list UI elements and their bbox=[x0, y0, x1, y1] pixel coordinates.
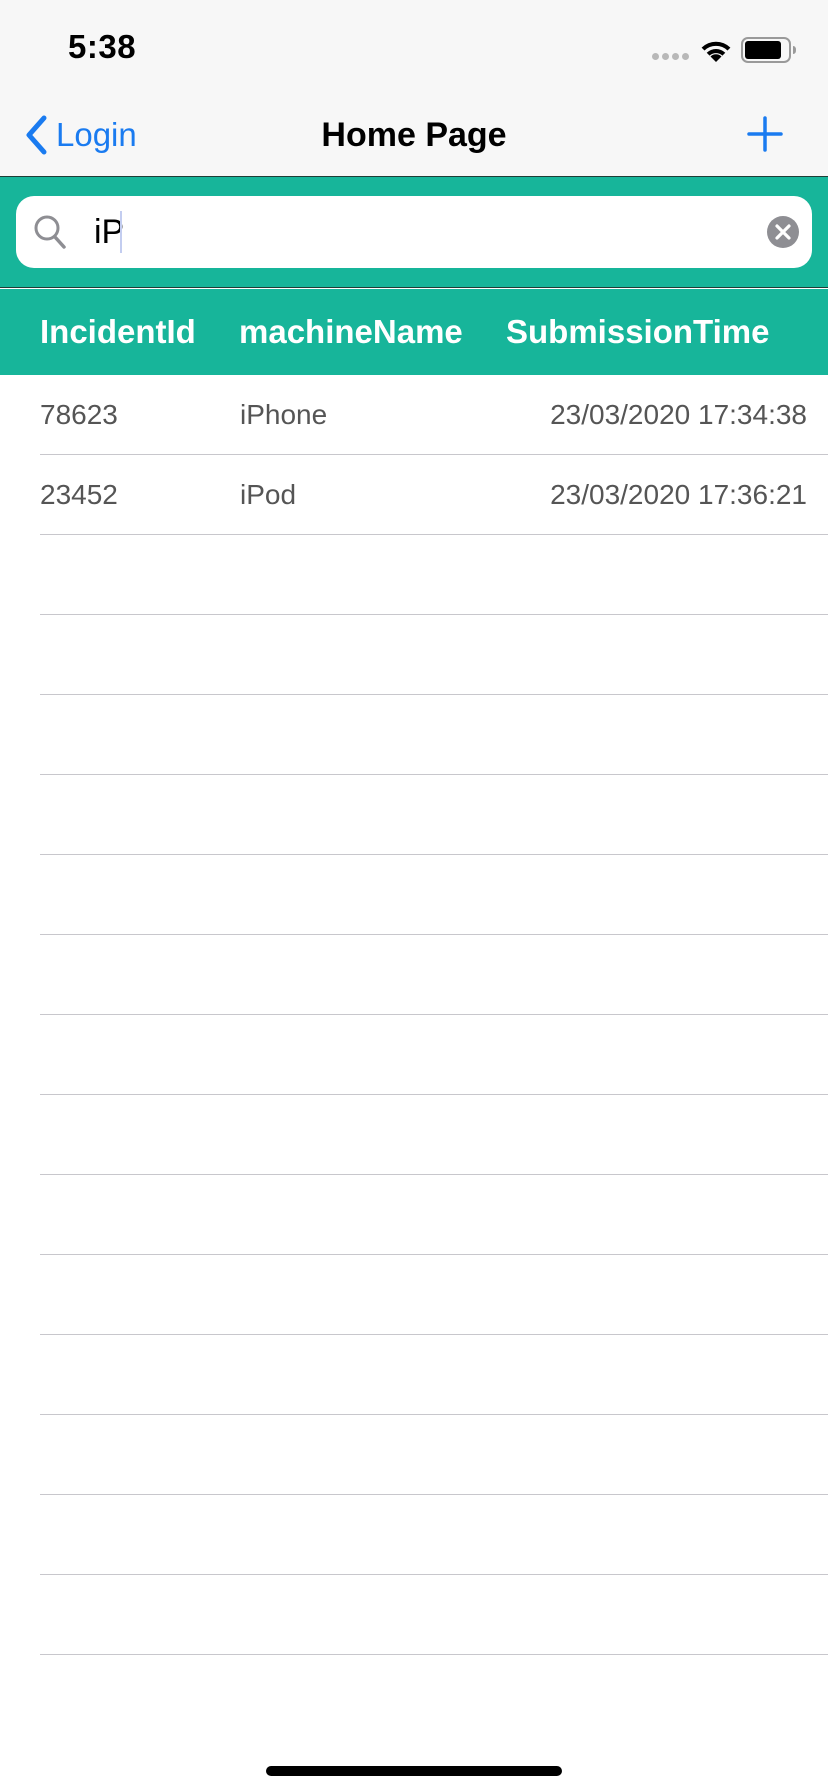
submission-time-cell: 23/03/2020 17:36:21 bbox=[550, 479, 807, 510]
search-icon bbox=[34, 215, 66, 249]
empty-row bbox=[40, 1335, 828, 1415]
search-input[interactable] bbox=[76, 204, 754, 260]
text-cursor bbox=[120, 211, 122, 253]
empty-row bbox=[40, 1015, 828, 1095]
empty-row bbox=[40, 535, 828, 615]
back-button[interactable]: Login bbox=[22, 110, 137, 160]
search-bar bbox=[0, 177, 828, 288]
empty-row bbox=[40, 775, 828, 855]
column-header-machine-name[interactable]: machineName bbox=[239, 289, 463, 375]
chevron-left-icon bbox=[26, 115, 47, 155]
empty-row bbox=[40, 935, 828, 1015]
empty-row bbox=[40, 1495, 828, 1575]
battery-icon bbox=[741, 37, 796, 63]
clear-icon[interactable] bbox=[766, 215, 800, 249]
empty-row bbox=[40, 1575, 828, 1655]
table-header: IncidentId machineName SubmissionTime bbox=[0, 289, 828, 375]
incident-id-cell: 23452 bbox=[40, 479, 118, 510]
navigation-bar: Login Home Page bbox=[0, 96, 828, 177]
cellular-signal-icon bbox=[652, 53, 689, 60]
empty-row bbox=[40, 855, 828, 935]
table-row[interactable]: 78623 iPhone 23/03/2020 17:34:38 bbox=[40, 375, 828, 455]
incident-table: 78623 iPhone 23/03/2020 17:34:38 23452 i… bbox=[0, 375, 828, 1655]
status-bar: 5:38 bbox=[0, 0, 828, 96]
back-button-label: Login bbox=[56, 116, 137, 153]
submission-time-cell: 23/03/2020 17:34:38 bbox=[550, 399, 807, 430]
empty-row bbox=[40, 1175, 828, 1255]
incident-id-cell: 78623 bbox=[40, 399, 118, 430]
add-icon[interactable] bbox=[743, 112, 787, 156]
empty-row bbox=[40, 1415, 828, 1495]
search-field[interactable] bbox=[16, 196, 812, 268]
column-header-incident-id[interactable]: IncidentId bbox=[40, 289, 196, 375]
empty-row bbox=[40, 1255, 828, 1335]
empty-row bbox=[40, 695, 828, 775]
home-indicator[interactable] bbox=[266, 1766, 562, 1776]
column-header-submission-time[interactable]: SubmissionTime bbox=[506, 289, 769, 375]
machine-name-cell: iPhone bbox=[240, 399, 328, 430]
machine-name-cell: iPod bbox=[240, 479, 297, 510]
empty-row bbox=[40, 615, 828, 695]
empty-row bbox=[40, 1095, 828, 1175]
status-time: 5:38 bbox=[68, 28, 137, 65]
wifi-icon bbox=[701, 41, 731, 62]
table-row[interactable]: 23452 iPod 23/03/2020 17:36:21 bbox=[40, 455, 828, 535]
